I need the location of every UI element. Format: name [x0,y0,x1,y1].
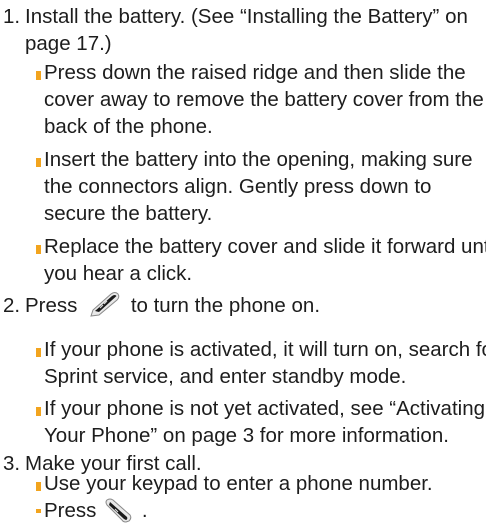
step-number: 2. [3,294,21,317]
step-1-bullet-3: Replace the battery cover and slide it f… [0,233,486,287]
bullet-line: Replace the battery cover and slide it f… [44,235,486,258]
step-1-text-line-2: page 17.) [25,32,112,55]
step-1-bullet-1: Press down the raised ridge and then sli… [0,59,486,140]
step-2-bullet-2: If your phone is not yet activated, see … [0,395,486,449]
step-3-bullet-2: Press . [0,497,486,525]
talk-key-icon [104,497,134,523]
step-2-text-after-icon: to turn the phone on. [130,294,321,317]
step-1-bullet-2: Insert the battery into the opening, mak… [0,146,486,227]
bullet-line: If your phone is activated, it will turn… [44,338,486,361]
bullet-line: Use your keypad to enter a phone number. [44,472,433,495]
step-2-bullet-1: If your phone is activated, it will turn… [0,336,486,390]
step-1-line-1: 1. Install the battery. (See “Installing… [0,3,480,30]
step-1-text-line-1: Install the battery. (See “Installing th… [25,5,468,28]
bullet-line: Press down the raised ridge and then sli… [44,61,466,84]
step-1-line-2: page 17.) [0,30,480,57]
step-1: 1. Install the battery. (See “Installing… [0,3,480,57]
instruction-page: 1. Install the battery. (See “Installing… [0,0,486,523]
bullet-line: you hear a click. [44,262,193,285]
end-power-key-icon [87,290,121,318]
bullet-line: secure the battery. [44,202,213,225]
step-2: 2. Press to turn the phone on. [0,290,480,321]
step-3-bullet-2-text-before-icon: Press [44,499,97,522]
bullet-line: Insert the battery into the opening, mak… [44,148,473,171]
bullet-line: cover away to remove the battery cover f… [44,88,484,111]
bullet-line: back of the phone. [44,115,213,138]
bullet-line: the connectors align. Gently press down … [44,175,432,198]
step-2-line-1: 2. Press to turn the phone on. [0,290,480,321]
step-3-bullet-1: Use your keypad to enter a phone number. [0,470,486,497]
step-3-bullet-2-text-after-icon: . [141,499,148,522]
bullet-line: Your Phone” on page 3 for more informati… [44,424,449,447]
bullet-line: Sprint service, and enter standby mode. [44,365,407,388]
bullet-line: If your phone is not yet activated, see … [44,397,485,420]
step-number: 1. [3,5,21,28]
step-2-text-before-icon: Press [25,294,78,317]
